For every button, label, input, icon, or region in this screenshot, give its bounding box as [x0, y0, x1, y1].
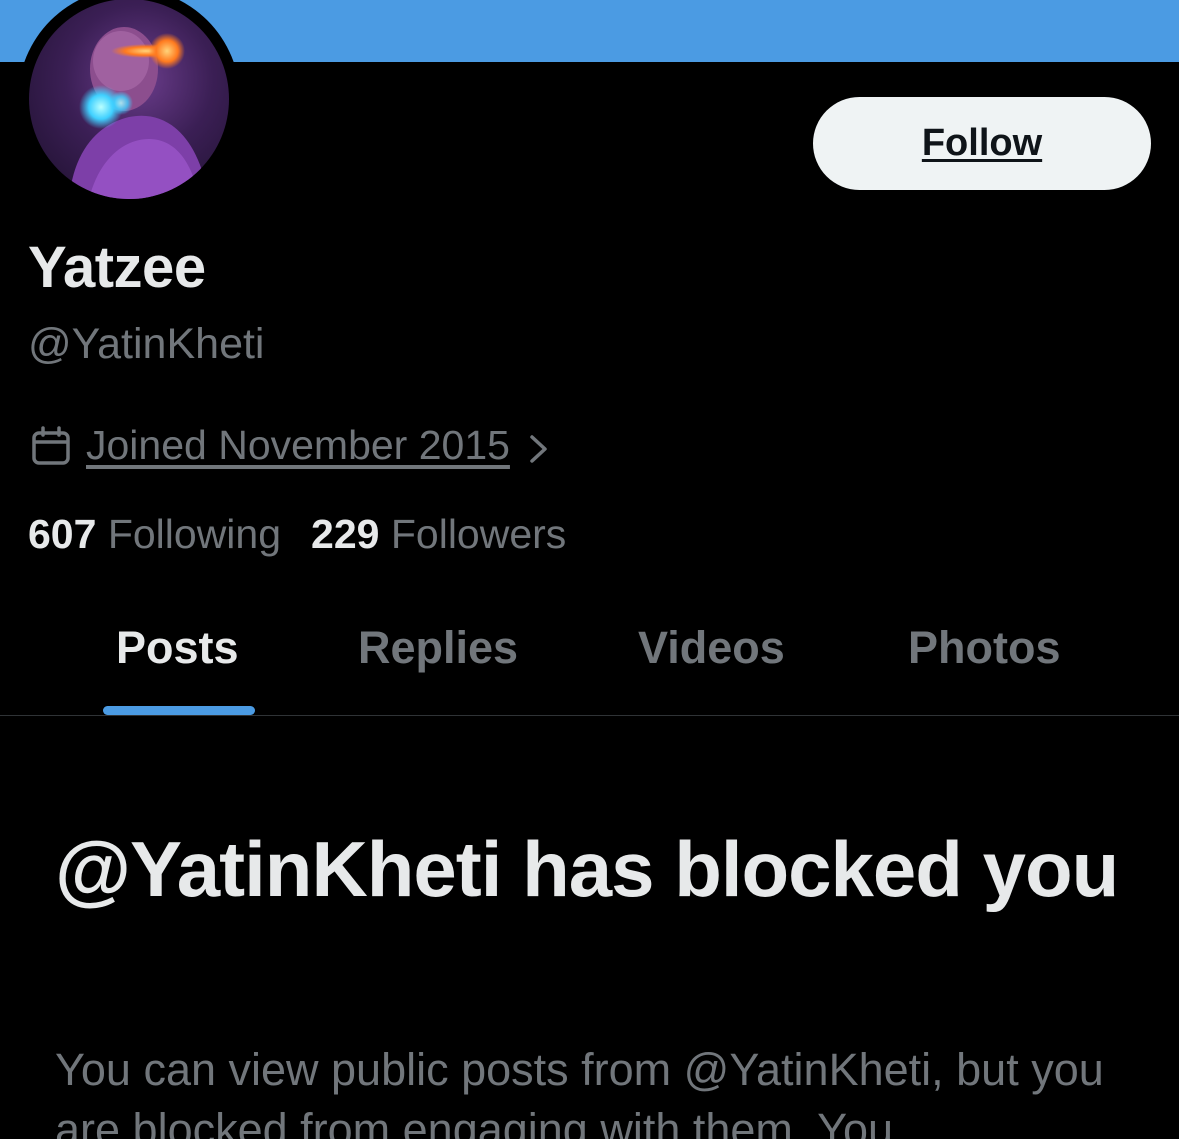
followers-label: Followers	[390, 511, 567, 557]
avatar[interactable]	[29, 0, 229, 199]
follow-stats: 607 Following 229 Followers	[28, 511, 596, 558]
chevron-right-icon	[526, 429, 552, 463]
display-name: Yatzee	[28, 235, 206, 300]
blocked-title: @YatinKheti has blocked you	[55, 825, 1119, 913]
followers-count: 229	[311, 511, 380, 557]
tab-videos[interactable]: Videos	[638, 622, 785, 674]
avatar-illustration	[69, 27, 209, 199]
blocked-description: You can view public posts from @YatinKhe…	[55, 1044, 1104, 1139]
following-stat[interactable]: 607 Following	[28, 511, 281, 558]
active-tab-indicator	[103, 706, 255, 715]
tab-photos[interactable]: Photos	[908, 622, 1061, 674]
avatar-ring	[18, 0, 240, 210]
following-count: 607	[28, 511, 97, 557]
following-label: Following	[107, 511, 282, 557]
joined-date[interactable]: Joined November 2015	[86, 422, 510, 469]
joined-date-row[interactable]: Joined November 2015	[30, 422, 552, 469]
profile-tabs: Posts Replies Videos Photos	[0, 600, 1179, 716]
follow-button-label: Follow	[921, 122, 1043, 164]
followers-stat[interactable]: 229 Followers	[311, 511, 566, 558]
follow-button[interactable]: Follow	[813, 97, 1151, 190]
tab-replies[interactable]: Replies	[358, 622, 518, 674]
calendar-icon	[30, 425, 72, 467]
tab-posts[interactable]: Posts	[116, 622, 239, 674]
user-handle: @YatinKheti	[28, 320, 265, 368]
